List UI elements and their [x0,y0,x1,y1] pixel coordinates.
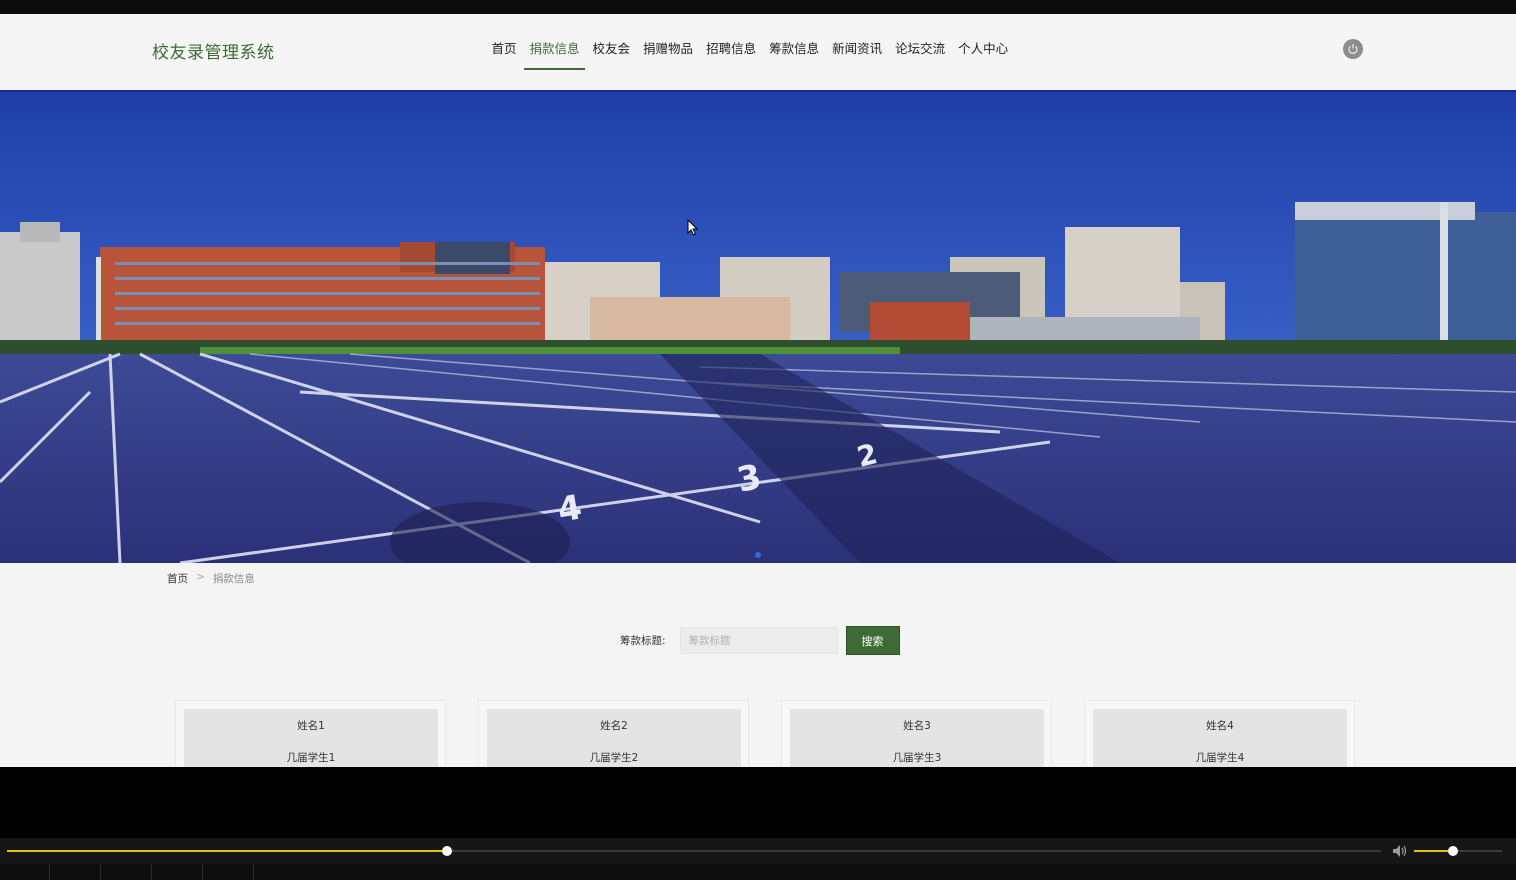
power-icon[interactable] [1343,39,1363,59]
carousel-indicator-dot[interactable] [755,552,761,558]
card-class: 几届学生4 [1195,752,1245,764]
nav-item-jobs[interactable]: 招聘信息 [700,14,763,90]
alumni-card[interactable]: 姓名2 几届学生2 [478,700,749,767]
card-class: 几届学生3 [892,752,942,764]
breadcrumb-home[interactable]: 首页 [167,571,188,586]
progress-knob[interactable] [441,846,452,856]
breadcrumb: 首页 > 捐款信息 [167,571,255,586]
nav-item-profile[interactable]: 个人中心 [952,14,1015,90]
alumni-card[interactable]: 姓名1 几届学生1 [175,700,446,767]
card-class: 几届学生2 [589,752,639,764]
progress-fill [7,850,447,852]
breadcrumb-current: 捐款信息 [212,573,255,585]
volume-track[interactable] [1414,846,1502,856]
card-name: 姓名3 [903,720,931,732]
volume-icon[interactable] [1392,844,1408,858]
card-class: 几届学生1 [286,752,336,764]
taskbar-slot[interactable] [101,864,152,880]
site-logo[interactable]: 校友录管理系统 [152,38,275,63]
nav-item-news[interactable]: 新闻资讯 [826,14,889,90]
taskbar [0,864,1516,880]
card-name: 姓名4 [1206,720,1234,732]
search-label: 筹款标题: [620,635,666,647]
video-player-controls [0,838,1516,864]
card-body: 姓名2 几届学生2 [487,709,741,767]
nav-item-forum[interactable]: 论坛交流 [889,14,952,90]
web-page: 校友录管理系统 首页 捐款信息 校友会 捐赠物品 招聘信息 筹款信息 新闻资讯 … [0,14,1516,767]
campus-track-image: 3 2 4 [0,92,1516,563]
site-header: 校友录管理系统 首页 捐款信息 校友会 捐赠物品 招聘信息 筹款信息 新闻资讯 … [0,14,1516,92]
hero-banner[interactable]: 3 2 4 [0,92,1516,563]
volume-knob[interactable] [1447,846,1458,856]
window-top-strip [0,0,1516,14]
mouse-cursor-icon [687,219,699,236]
taskbar-slot[interactable] [0,864,50,880]
card-body: 姓名1 几届学生1 [184,709,438,767]
nav-item-donations[interactable]: 捐款信息 [523,14,586,90]
taskbar-slot[interactable] [50,864,101,880]
card-name: 姓名2 [600,720,628,732]
alumni-card[interactable]: 姓名3 几届学生3 [781,700,1052,767]
alumni-card[interactable]: 姓名4 几届学生4 [1084,700,1355,767]
card-body: 姓名3 几届学生3 [790,709,1044,767]
card-name: 姓名1 [297,720,325,732]
search-bar: 筹款标题: 搜索 [620,626,900,655]
main-nav: 首页 捐款信息 校友会 捐赠物品 招聘信息 筹款信息 新闻资讯 论坛交流 个人中… [485,14,1015,90]
volume-fill [1414,850,1453,852]
nav-item-home[interactable]: 首页 [485,14,523,90]
nav-item-donated-items[interactable]: 捐赠物品 [637,14,700,90]
taskbar-slot[interactable] [203,864,254,880]
taskbar-slot[interactable] [152,864,203,880]
search-button[interactable]: 搜索 [845,626,900,655]
breadcrumb-separator: > [196,571,205,583]
nav-item-fundraising[interactable]: 筹款信息 [763,14,826,90]
card-body: 姓名4 几届学生4 [1093,709,1347,767]
nav-item-alumni-association[interactable]: 校友会 [586,14,637,90]
search-input[interactable] [679,627,838,654]
progress-track[interactable] [7,846,1381,856]
